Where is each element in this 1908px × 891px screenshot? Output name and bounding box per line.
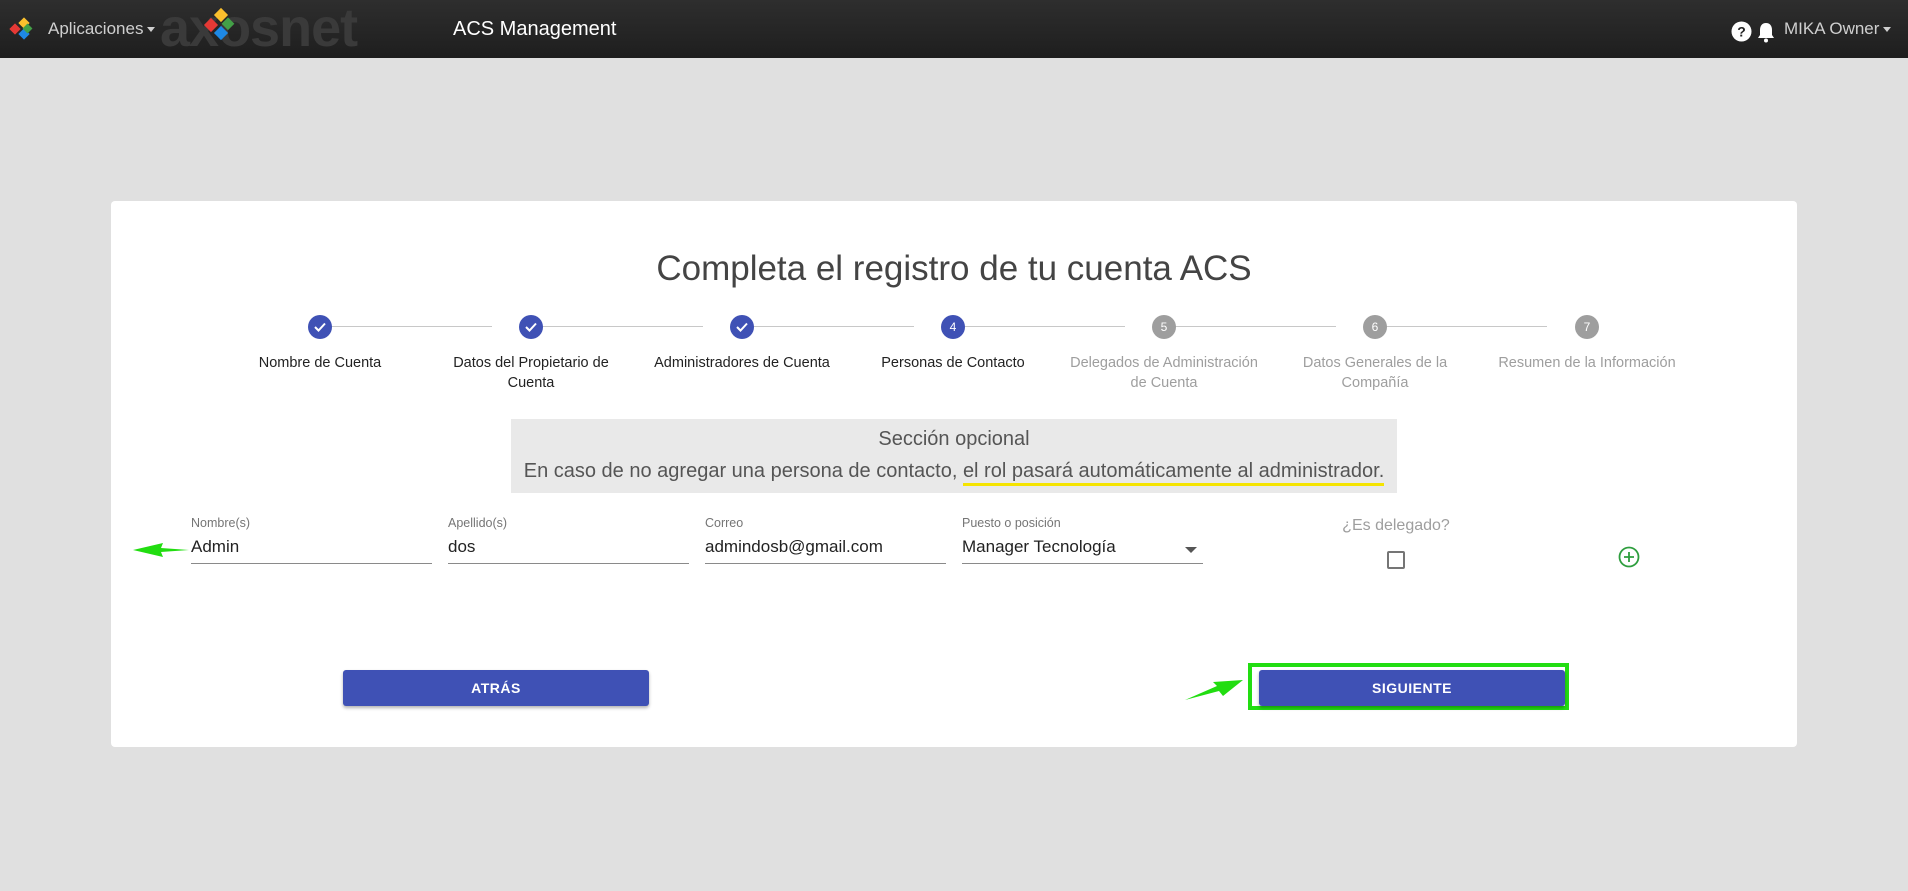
user-menu[interactable]: MIKA Owner [1784,19,1892,39]
correo-label: Correo [705,516,744,530]
brand-logo-text: axosnet [160,0,358,56]
step-datos-generales[interactable]: 6 Datos Generales de la Compañía [1275,315,1475,393]
check-icon [525,322,537,332]
delegado-field: ¿Es delegado? [1326,517,1466,569]
step-circle [519,315,543,339]
caret-down-icon [147,27,156,33]
step-number: 6 [1363,315,1387,339]
back-button[interactable]: ATRÁS [343,670,649,706]
delegado-checkbox[interactable] [1387,551,1405,569]
step-label: Nombre de Cuenta [258,355,382,371]
add-circle-icon[interactable] [1618,546,1640,568]
puesto-select[interactable]: Manager Tecnología [962,534,1203,564]
puesto-field: Puesto o posición Manager Tecnología [962,516,1203,564]
apps-logo-icon[interactable] [8,16,34,42]
delegado-label: ¿Es delegado? [1342,517,1450,534]
step-label: Personas de Contacto [881,355,1025,371]
registration-card: Completa el registro de tu cuenta ACS No… [111,201,1797,747]
bell-icon[interactable] [1756,21,1776,43]
nombre-input[interactable] [191,534,432,564]
annotation-arrow-icon [133,543,189,557]
app-title: ACS Management [453,18,617,40]
step-number: 5 [1152,315,1176,339]
step-datos-propietario[interactable]: Datos del Propietario de Cuenta [431,315,631,393]
apellido-input[interactable] [448,534,689,564]
notice-text-highlight: el rol pasará automáticamente al adminis… [962,460,1385,486]
top-navbar: Aplicaciones axosnet ACS Management ? MI… [0,0,1908,58]
user-menu-label: MIKA Owner [1784,19,1880,38]
apellido-label: Apellido(s) [448,516,508,530]
optional-section-notice: Sección opcional En caso de no agregar u… [511,419,1397,493]
check-icon [314,322,326,332]
apps-menu-label: Aplicaciones [48,19,144,38]
caret-down-icon [1883,27,1892,33]
nombre-field: Nombre(s) [191,516,432,564]
correo-field: Correo [705,516,946,564]
check-icon [736,322,748,332]
registration-stepper: Nombre de Cuenta Datos del Propietario d… [111,315,1797,405]
step-resumen[interactable]: 7 Resumen de la Información [1487,315,1687,373]
notice-title: Sección opcional [878,428,1030,450]
step-number: 4 [941,315,965,339]
dropdown-arrow-icon[interactable] [1185,547,1197,553]
puesto-label: Puesto o posición [962,516,1061,530]
step-label: Datos del Propietario de Cuenta [453,355,609,391]
help-icon[interactable]: ? [1731,21,1752,42]
notice-text-plain: En caso de no agregar una persona de con… [523,460,963,482]
next-button[interactable]: SIGUIENTE [1259,670,1565,706]
annotation-arrow-icon [1185,680,1243,700]
step-number: 7 [1575,315,1599,339]
notice-text: En caso de no agregar una persona de con… [511,460,1397,486]
nombre-label: Nombre(s) [191,516,251,530]
apps-menu[interactable]: Aplicaciones [48,19,156,39]
correo-input[interactable] [705,534,946,564]
brand-logo: axosnet [160,0,359,56]
step-personas-contacto[interactable]: 4 Personas de Contacto [853,315,1053,373]
step-label: Delegados de Administración de Cuenta [1070,355,1258,391]
apellido-field: Apellido(s) [448,516,689,564]
step-delegados[interactable]: 5 Delegados de Administración de Cuenta [1064,315,1264,393]
step-label: Resumen de la Información [1498,355,1676,371]
page-title: Completa el registro de tu cuenta ACS [656,249,1252,288]
step-nombre-de-cuenta[interactable]: Nombre de Cuenta [220,315,420,373]
step-administradores[interactable]: Administradores de Cuenta [642,315,842,373]
svg-text:?: ? [1737,24,1746,40]
step-label: Datos Generales de la Compañía [1302,355,1448,391]
step-label: Administradores de Cuenta [654,355,830,371]
step-circle [308,315,332,339]
step-circle [730,315,754,339]
